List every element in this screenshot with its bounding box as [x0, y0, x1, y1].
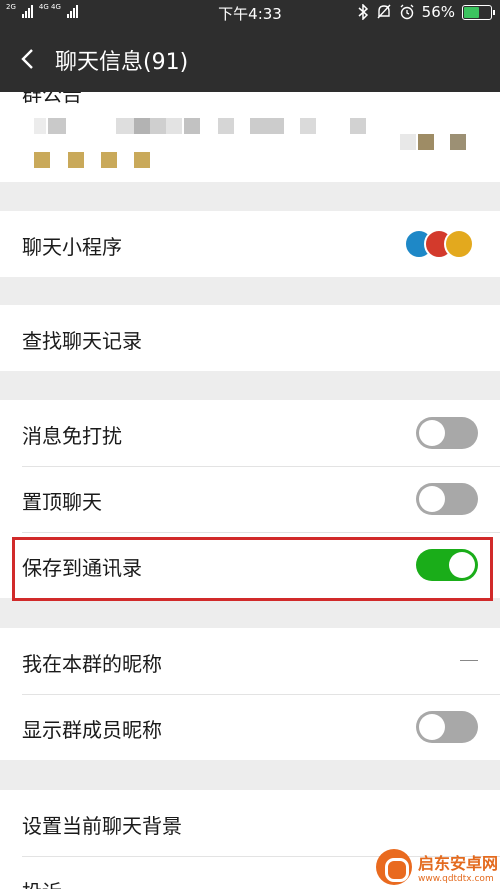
pin-row: 置顶聊天: [0, 466, 500, 532]
battery-icon: [462, 4, 495, 20]
status-bar: 2G 4G 4G 下午4:33 56%: [0, 0, 500, 26]
pin-switch[interactable]: [416, 483, 478, 515]
switch-knob: [419, 486, 445, 512]
my-nickname-label: 我在本群的昵称: [22, 652, 162, 676]
mute-label: 消息免打扰: [22, 424, 122, 448]
blurred-emoji: [134, 152, 150, 168]
blurred-text: [34, 118, 46, 134]
search-history-row[interactable]: 查找聊天记录: [0, 305, 500, 371]
blurred-text: [250, 118, 284, 134]
group-notice-label: 群公告: [22, 92, 82, 106]
page-title: 聊天信息(91): [55, 50, 189, 75]
blurred-emoji: [34, 152, 50, 168]
watermark: 启东安卓网 www.qdtdtx.com: [375, 849, 498, 885]
mute-row: 消息免打扰: [0, 400, 500, 466]
highlight-annotation: [12, 537, 493, 601]
mute-switch[interactable]: [416, 417, 478, 449]
chat-background-label: 设置当前聊天背景: [22, 814, 182, 838]
my-nickname-row[interactable]: 我在本群的昵称: [0, 628, 500, 694]
nav-bar: 聊天信息(91): [0, 26, 500, 92]
battery-fill: [464, 6, 479, 18]
blurred-text: [134, 118, 150, 134]
show-nickname-row: 显示群成员昵称: [0, 694, 500, 760]
group-notice[interactable]: 群公告: [0, 92, 500, 182]
mini-program-icon: [444, 229, 474, 259]
blurred-text: [48, 118, 66, 134]
complaint-label: 投诉: [22, 876, 62, 889]
status-right: 56%: [358, 3, 495, 21]
blurred-text: [350, 118, 366, 134]
chat-background-row[interactable]: 设置当前聊天背景: [0, 790, 500, 856]
blurred-emoji: [101, 152, 117, 168]
watermark-logo-icon: [375, 849, 412, 885]
chevron-left-icon[interactable]: [20, 48, 34, 70]
mini-programs-label: 聊天小程序: [22, 235, 122, 259]
show-nickname-label: 显示群成员昵称: [22, 718, 162, 742]
blurred-text: [150, 118, 166, 134]
blurred-emoji: [68, 152, 84, 168]
blurred-text: [450, 134, 466, 150]
nickname-group: 我在本群的昵称 显示群成员昵称: [0, 628, 500, 760]
blurred-text: [184, 118, 200, 134]
nickname-empty-indicator: [460, 660, 478, 661]
watermark-name: 启东安卓网: [417, 854, 498, 873]
mute-icon: [377, 4, 391, 19]
blurred-text: [166, 118, 182, 134]
mini-program-icons: [404, 229, 474, 259]
switch-knob: [419, 714, 445, 740]
mini-programs-group: 聊天小程序: [0, 211, 500, 277]
blurred-text: [400, 134, 416, 150]
blurred-text: [300, 118, 316, 134]
alarm-icon: [400, 4, 414, 20]
blurred-text: [218, 118, 234, 134]
blurred-text: [418, 134, 434, 150]
bluetooth-icon: [358, 4, 368, 20]
mini-programs-row[interactable]: 聊天小程序: [0, 211, 500, 277]
search-history-label: 查找聊天记录: [22, 329, 142, 353]
battery-percent: 56%: [421, 3, 455, 21]
pin-label: 置顶聊天: [22, 490, 102, 514]
switch-knob: [419, 420, 445, 446]
blurred-text: [116, 118, 134, 134]
watermark-url: www.qdtdtx.com: [417, 874, 494, 884]
show-nickname-switch[interactable]: [416, 711, 478, 743]
search-group: 查找聊天记录: [0, 305, 500, 371]
watermark-text: 启东安卓网 www.qdtdtx.com: [418, 850, 498, 884]
